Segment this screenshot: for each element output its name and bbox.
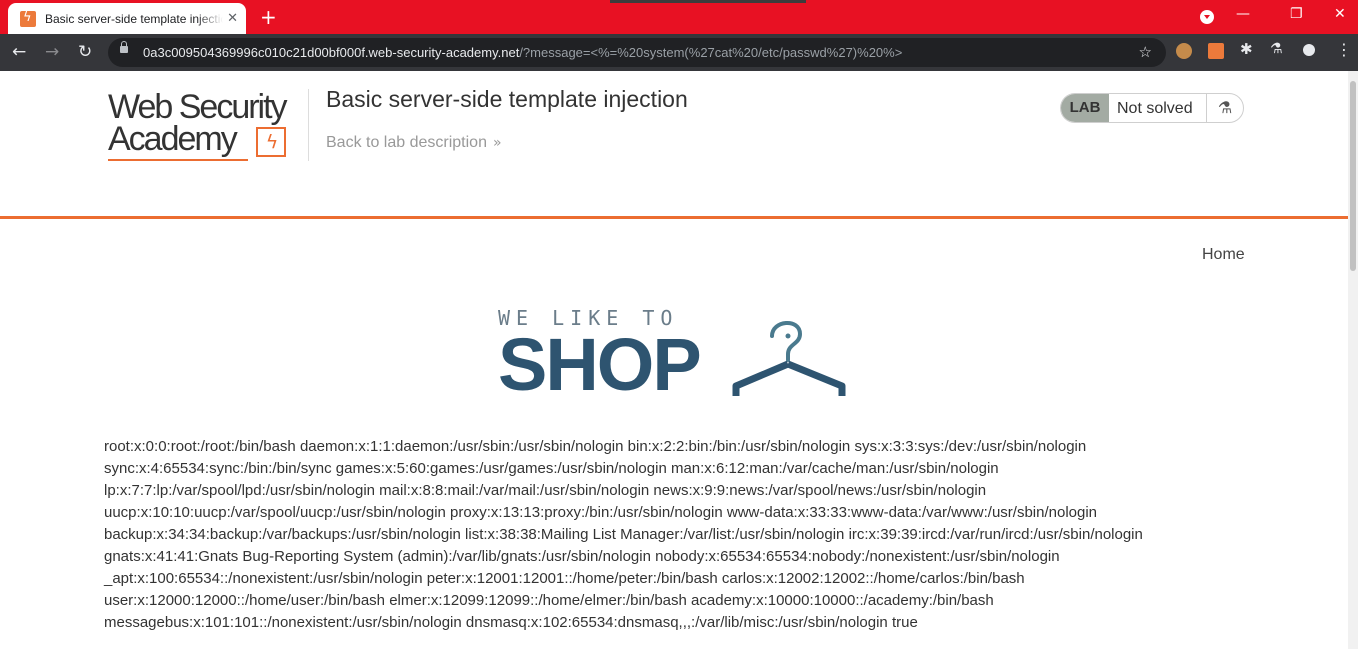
extensions-puzzle-icon[interactable]: ✱ — [1240, 40, 1256, 58]
back-link-label: Back to lab description — [326, 134, 487, 151]
burp-extension-icon[interactable] — [1208, 43, 1224, 59]
home-link[interactable]: Home — [1202, 246, 1245, 264]
academy-header: Web Security Academy ϟ Basic server-side… — [0, 71, 1348, 219]
page-scrollbar[interactable] — [1348, 71, 1358, 649]
reload-icon[interactable]: ↻ — [78, 42, 92, 62]
url-host: 0a3c009504369996c010c21d00bf000f.web-sec… — [143, 45, 520, 60]
lab-tag: LAB — [1061, 94, 1109, 122]
lab-status-text: Not solved — [1117, 100, 1193, 117]
restore-button[interactable]: ❐ — [1290, 6, 1303, 22]
lab-status-widget: LAB Not solved ⚗ — [1060, 93, 1244, 123]
labs-flask-icon[interactable]: ⚗ — [1270, 41, 1286, 57]
media-indicator-icon[interactable] — [1200, 10, 1214, 24]
logo-underline — [108, 159, 248, 161]
cookie-extension-icon[interactable] — [1176, 43, 1192, 59]
lab-title: Basic server-side template injection — [326, 86, 688, 112]
browser-tab[interactable]: Basic server-side template injection ✕ — [8, 3, 246, 34]
scrollbar-thumb[interactable] — [1350, 81, 1356, 271]
tab-title: Basic server-side template injection — [45, 11, 223, 26]
web-security-academy-logo[interactable]: Web Security Academy ϟ — [108, 88, 288, 161]
menu-icon[interactable]: ⋮ — [1336, 40, 1352, 59]
url-path: /?message=<%=%20system(%27cat%20/etc/pas… — [519, 45, 903, 60]
close-window-button[interactable]: ✕ — [1334, 6, 1346, 22]
template-output: root:x:0:0:root:/root:/bin/bash daemon:x… — [104, 438, 1143, 631]
lock-icon[interactable] — [120, 41, 128, 53]
flask-icon: ⚗ — [1206, 94, 1243, 122]
chevron-right-icon: » — [492, 135, 502, 151]
back-icon[interactable]: ← — [12, 42, 26, 62]
back-to-lab-description-link[interactable]: Back to lab description » — [326, 134, 502, 152]
forward-icon[interactable]: → — [45, 42, 59, 62]
bookmark-star-icon[interactable]: ☆ — [1139, 43, 1152, 61]
hanger-icon — [732, 321, 846, 396]
lightning-logo-icon: ϟ — [256, 127, 286, 157]
window-notch — [610, 0, 806, 3]
profile-icon[interactable] — [1303, 44, 1315, 56]
address-bar[interactable]: 0a3c009504369996c010c21d00bf000f.web-sec… — [108, 38, 1166, 67]
shop-word: SHOP — [498, 323, 702, 406]
url-text[interactable]: 0a3c009504369996c010c21d00bf000f.web-sec… — [143, 45, 902, 60]
minimize-button[interactable]: — — [1236, 6, 1250, 22]
close-tab-icon[interactable]: ✕ — [227, 11, 238, 26]
new-tab-button[interactable]: + — [260, 5, 277, 29]
header-divider — [308, 89, 309, 161]
burp-favicon-icon — [20, 10, 36, 27]
logo-line-1: Web Security — [108, 88, 288, 126]
browser-toolbar: ← → ↻ 0a3c009504369996c010c21d00bf000f.w… — [0, 34, 1358, 71]
browser-tab-bar: Basic server-side template injection ✕ +… — [0, 0, 1358, 34]
